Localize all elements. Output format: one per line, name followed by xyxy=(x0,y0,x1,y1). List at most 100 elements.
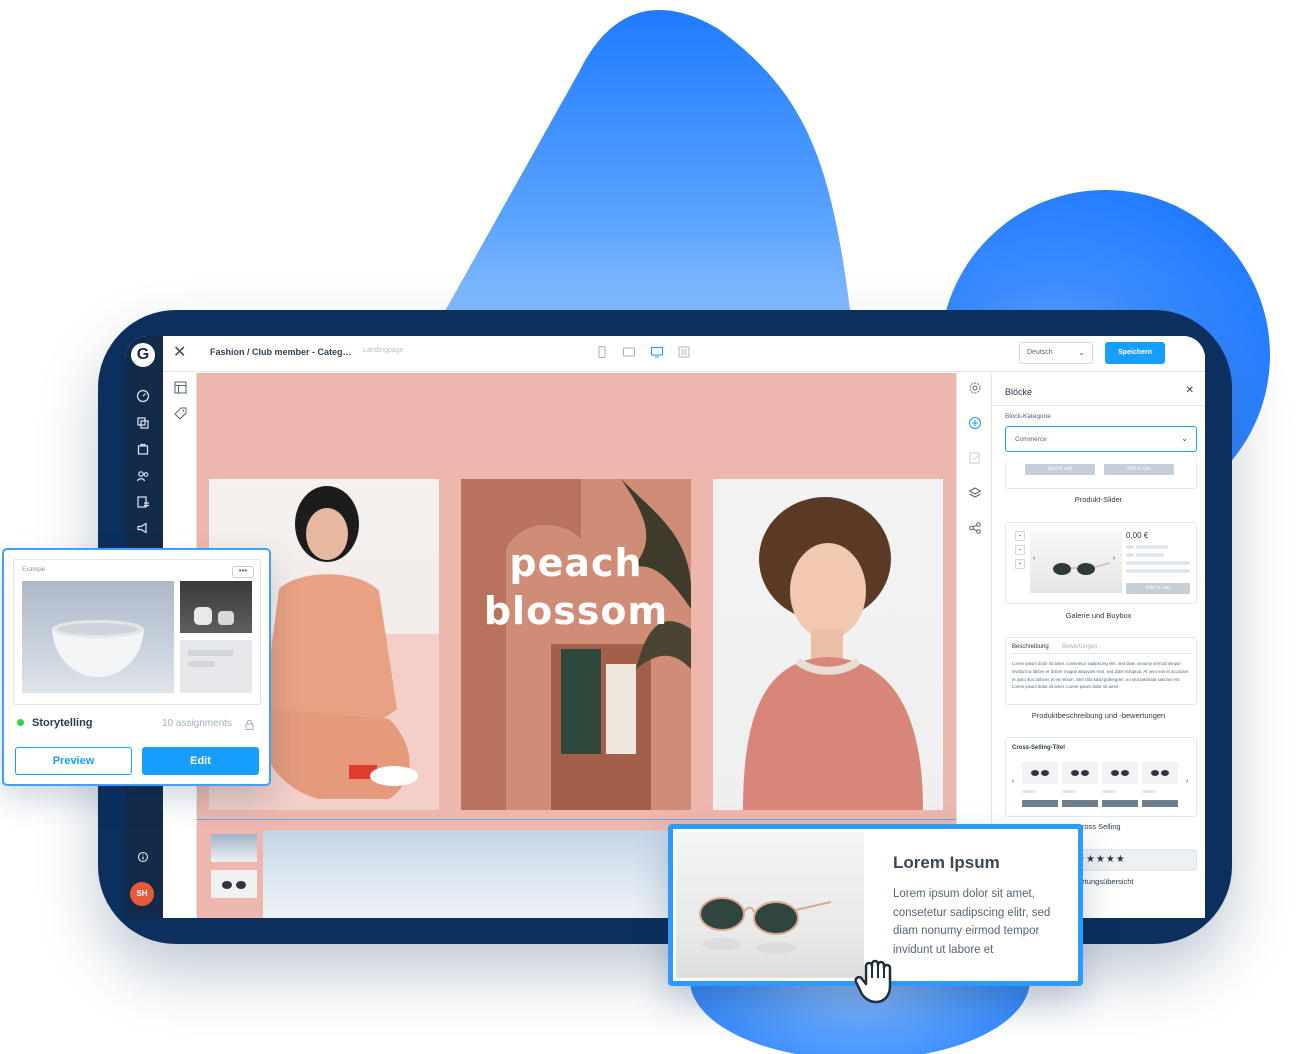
desktop-view-icon[interactable] xyxy=(650,345,664,359)
customers-icon[interactable] xyxy=(136,469,150,483)
hero-headline[interactable]: peach blossom xyxy=(461,539,691,635)
language-select[interactable]: Deutsch ⌄ xyxy=(1019,342,1093,364)
panel-title: Blöcke xyxy=(1005,387,1033,397)
language-value: Deutsch xyxy=(1027,349,1053,356)
add-to-cart-button: Add to cart xyxy=(1126,583,1190,594)
sunglasses-image xyxy=(1030,531,1122,593)
marketing-icon[interactable] xyxy=(136,521,150,535)
thumb-icon: ▪ xyxy=(1015,559,1025,569)
block-product-slider[interactable]: Add to cart Add to cart xyxy=(1005,462,1197,489)
slider-thumbnails xyxy=(197,828,257,918)
block-name: Galerie und Buybox xyxy=(1065,611,1132,620)
top-bar: ✕ Fashion / Club member - Categ… Landing… xyxy=(163,336,1205,372)
placeholder-line xyxy=(1102,790,1116,793)
orders-icon[interactable] xyxy=(136,442,150,456)
placeholder-line xyxy=(1126,561,1190,565)
category-select[interactable]: Commerce ⌄ xyxy=(1005,426,1197,452)
tab-description: Beschreibung xyxy=(1012,644,1049,650)
chevron-right-icon: › xyxy=(1186,778,1189,785)
category-label: Block-Kategorie xyxy=(1005,413,1051,420)
placeholder-line xyxy=(188,661,214,667)
tab-reviews: Bewertungen xyxy=(1062,644,1098,650)
add-to-cart-button: Add to cart xyxy=(1104,464,1174,475)
block-name: Produktbeschreibung und -bewertungen xyxy=(1031,711,1166,720)
layers-icon[interactable] xyxy=(968,486,982,500)
placeholder-line xyxy=(1062,790,1076,793)
device-switcher xyxy=(595,345,700,364)
storytelling-card: Example ••• Storytelling 10 assignments … xyxy=(2,548,271,786)
layout-icon[interactable] xyxy=(174,381,187,394)
block-title: Lorem Ipsum xyxy=(893,853,1000,872)
catalogue-icon[interactable] xyxy=(136,416,150,430)
thumb-icon: ▪ xyxy=(1015,531,1025,541)
building-palm-photo[interactable] xyxy=(461,479,691,810)
divider xyxy=(1012,653,1192,654)
placeholder-line xyxy=(188,650,233,656)
product-button xyxy=(1102,800,1138,807)
settings-gear-icon[interactable] xyxy=(968,381,982,395)
block-gallery-buybox[interactable]: ▪ ▪ ▪ ‹ › 0,00 € Add to cart xyxy=(1005,522,1197,604)
layout-preview: Example ••• xyxy=(13,559,261,705)
edit-button[interactable]: Edit xyxy=(142,747,259,775)
dashboard-icon[interactable] xyxy=(136,389,150,403)
info-icon[interactable] xyxy=(136,850,150,864)
section-divider xyxy=(197,819,956,820)
save-button[interactable]: Speichern xyxy=(1105,342,1165,364)
thumbnail-sunglasses[interactable] xyxy=(211,870,257,898)
form-view-icon[interactable] xyxy=(677,345,691,359)
page-type-label: Landingpage xyxy=(363,347,404,354)
category-value: Commerce xyxy=(1015,436,1047,443)
placeholder-line xyxy=(1126,545,1134,549)
placeholder-line xyxy=(1126,553,1134,557)
preview-button[interactable]: Preview xyxy=(15,747,132,775)
placeholder-line xyxy=(1136,553,1164,557)
product-thumb xyxy=(1022,762,1058,784)
edit-page-icon[interactable] xyxy=(968,451,982,465)
hand-cursor-icon xyxy=(852,956,900,1006)
sunglasses-image xyxy=(676,832,864,978)
divider xyxy=(992,405,1205,406)
thumbnail-mountains[interactable] xyxy=(211,834,257,862)
breadcrumb: Fashion / Club member - Categ… xyxy=(210,347,352,357)
block-name: Produkt-Slider xyxy=(1074,495,1123,504)
block-description-reviews[interactable]: Beschreibung Bewertungen Lorem ipsum dol… xyxy=(1005,637,1197,705)
price: 0,00 € xyxy=(1126,531,1149,540)
chevron-left-icon: ‹ xyxy=(1033,555,1036,562)
content-icon[interactable] xyxy=(136,495,150,509)
block-text: Lorem ipsum dolor sit amet, consetetur s… xyxy=(893,888,1051,956)
placeholder-line xyxy=(1126,569,1190,573)
example-label: Example xyxy=(22,567,46,573)
tag-icon[interactable] xyxy=(174,407,187,420)
assignments-count: 10 assignments xyxy=(162,718,233,729)
chevron-down-icon: ⌄ xyxy=(1181,434,1188,443)
lock-icon xyxy=(245,717,254,730)
status-dot xyxy=(17,719,24,726)
placeholder-line xyxy=(1142,790,1156,793)
cross-selling-title: Cross-Selling-Titel xyxy=(1012,745,1065,751)
more-options-icon[interactable]: ••• xyxy=(232,566,254,578)
close-icon[interactable]: ✕ xyxy=(1186,385,1194,396)
avatar[interactable]: SH xyxy=(130,882,154,906)
placeholder-line xyxy=(1136,545,1168,549)
layout-name: Storytelling xyxy=(32,717,93,729)
ceramics-image xyxy=(180,581,252,633)
placeholder-line xyxy=(1022,790,1036,793)
thumb-icon: ▪ xyxy=(1015,545,1025,555)
bowl-image xyxy=(22,581,174,693)
mobile-view-icon[interactable] xyxy=(595,345,609,359)
add-block-icon[interactable] xyxy=(968,416,982,430)
add-to-cart-button: Add to cart xyxy=(1025,464,1095,475)
close-icon[interactable]: ✕ xyxy=(173,345,189,361)
tablet-view-icon[interactable] xyxy=(622,345,636,359)
product-button xyxy=(1142,800,1178,807)
logo: G xyxy=(131,343,155,367)
share-icon[interactable] xyxy=(968,521,982,535)
block-cross-selling[interactable]: Cross-Selling-Titel ‹ › xyxy=(1005,737,1197,817)
description-text: Lorem ipsum dolor sit amet, consetetur s… xyxy=(1012,661,1189,690)
chevron-right-icon: › xyxy=(1113,555,1116,562)
portrait-photo[interactable] xyxy=(713,479,943,810)
product-button xyxy=(1022,800,1058,807)
product-thumb xyxy=(1102,762,1138,784)
chevron-left-icon: ‹ xyxy=(1012,778,1015,785)
text-placeholder xyxy=(180,640,252,693)
